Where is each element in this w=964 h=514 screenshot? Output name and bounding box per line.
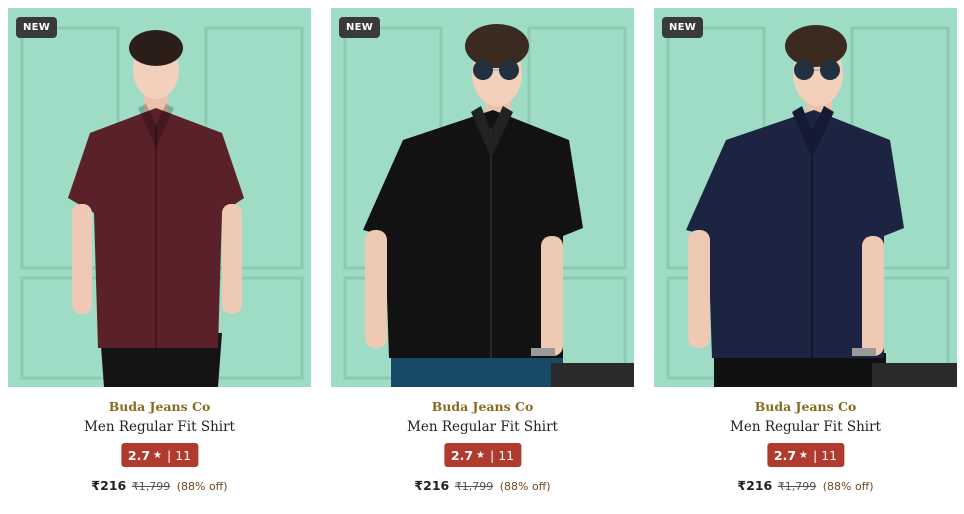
brand-name[interactable]: Buda Jeans Co — [654, 399, 957, 414]
brand-name[interactable]: Buda Jeans Co — [8, 399, 311, 414]
original-price: ₹1,799 — [777, 480, 817, 493]
selling-price: ₹216 — [91, 478, 127, 493]
rating-separator: | — [490, 447, 495, 463]
price-row: ₹216 ₹1,799 (88% off) — [331, 478, 634, 493]
rating-separator: | — [167, 447, 172, 463]
product-image[interactable]: NEW — [654, 8, 957, 387]
product-name[interactable]: Men Regular Fit Shirt — [331, 419, 634, 435]
product-card[interactable]: NEW Buda Jeans Co Men Regular Fit Shirt … — [654, 8, 957, 508]
rating-value: 2.7 — [773, 447, 797, 463]
product-card[interactable]: NEW Buda Jeans Co Men Regular Fit Shirt … — [8, 8, 311, 508]
product-name[interactable]: Men Regular Fit Shirt — [8, 419, 311, 435]
rating-value: 2.7 — [450, 447, 474, 463]
product-image[interactable]: NEW — [8, 8, 311, 387]
model-photo — [331, 8, 634, 387]
model-photo — [8, 8, 311, 387]
review-count: 11 — [821, 447, 838, 463]
product-card[interactable]: NEW Buda Jeans Co Men Regular Fit Shirt … — [331, 8, 634, 508]
original-price: ₹1,799 — [131, 480, 171, 493]
review-count: 11 — [175, 447, 192, 463]
model-photo — [654, 8, 957, 387]
rating-badge: 2.7 ★ | 11 — [443, 443, 522, 467]
original-price: ₹1,799 — [454, 480, 494, 493]
new-badge: NEW — [16, 17, 58, 38]
discount-text: (88% off) — [176, 480, 228, 493]
review-count: 11 — [498, 447, 515, 463]
rating-badge: 2.7 ★ | 11 — [120, 443, 199, 467]
new-badge: NEW — [662, 17, 704, 38]
star-icon: ★ — [476, 449, 485, 461]
new-badge: NEW — [339, 17, 381, 38]
price-row: ₹216 ₹1,799 (88% off) — [654, 478, 957, 493]
product-image[interactable]: NEW — [331, 8, 634, 387]
star-icon: ★ — [153, 449, 162, 461]
price-row: ₹216 ₹1,799 (88% off) — [8, 478, 311, 493]
selling-price: ₹216 — [414, 478, 450, 493]
rating-separator: | — [813, 447, 818, 463]
brand-name[interactable]: Buda Jeans Co — [331, 399, 634, 414]
discount-text: (88% off) — [499, 480, 551, 493]
discount-text: (88% off) — [822, 480, 874, 493]
selling-price: ₹216 — [737, 478, 773, 493]
rating-badge: 2.7 ★ | 11 — [766, 443, 845, 467]
rating-value: 2.7 — [127, 447, 151, 463]
product-name[interactable]: Men Regular Fit Shirt — [654, 419, 957, 435]
star-icon: ★ — [799, 449, 808, 461]
